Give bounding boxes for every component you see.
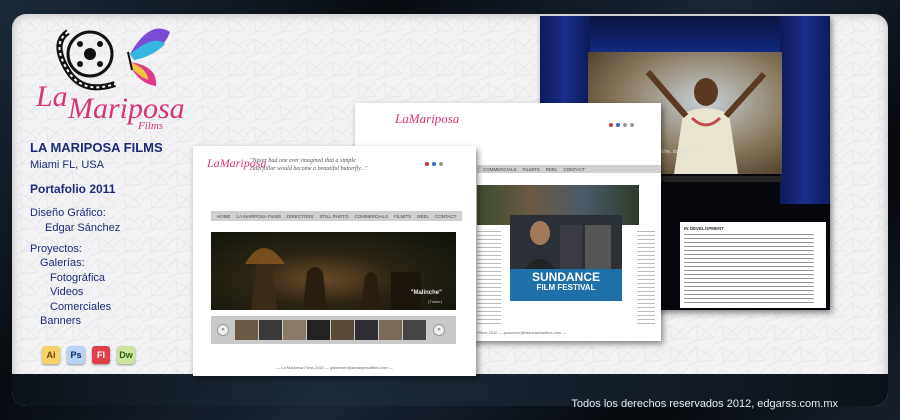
nav-item[interactable]: FILMITS bbox=[523, 167, 540, 172]
company-name: LA MARIPOSA FILMS bbox=[30, 140, 163, 155]
illustrator-icon: Ai bbox=[42, 346, 60, 364]
nav-item-directors[interactable]: DIRECTORS bbox=[287, 214, 313, 219]
hero-banner-image: "Malinche" (Trailer) bbox=[211, 232, 456, 310]
design-heading: Diseño Gráfico: bbox=[30, 207, 106, 219]
project-item-videos: Videos bbox=[50, 286, 84, 298]
photoshop-icon: Ps bbox=[67, 346, 85, 364]
thumbnail-strip: « » bbox=[211, 316, 456, 344]
nav-item[interactable]: REEL bbox=[546, 167, 558, 172]
copyright-text: Todos los derechos reservados 2012, edga… bbox=[571, 398, 838, 410]
project-item-banners: Banners bbox=[40, 315, 81, 327]
social-icons bbox=[609, 123, 634, 127]
flash-icon: Fl bbox=[92, 346, 110, 364]
prev-arrow-icon[interactable]: « bbox=[217, 324, 229, 336]
nav-item-la-mariposa-films[interactable]: LA MARIPOSA FILMS bbox=[237, 214, 282, 219]
hero-caption-subtitle: (Trailer) bbox=[428, 299, 442, 304]
nav-item-commercials[interactable]: COMMERCIALS bbox=[354, 214, 388, 219]
company-location: Miami FL, USA bbox=[30, 159, 104, 171]
la-mariposa-logo: La Mariposa Films bbox=[30, 14, 185, 142]
dancer-silhouettes bbox=[245, 248, 421, 310]
nav-item[interactable]: COMMERCIALS bbox=[483, 167, 517, 172]
hero-caption-title: "Malinche" bbox=[410, 290, 442, 296]
thumbnail[interactable] bbox=[259, 320, 282, 340]
logo-text-mariposa: Mariposa bbox=[68, 92, 185, 125]
social-icons bbox=[425, 162, 443, 166]
site-nav: HOME LA MARIPOSA FILMS DIRECTORS STILL P… bbox=[211, 211, 462, 221]
site-tagline-quote: "Never had one ever imagined that a simp… bbox=[250, 158, 368, 173]
project-item-photo: Fotográfica bbox=[50, 272, 106, 284]
mini-logo: LaMariposa bbox=[395, 111, 460, 126]
site-footer-text: — La Mariposa Films 2010 — gsanchez@lama… bbox=[276, 365, 393, 370]
stage-curtain-right bbox=[780, 16, 830, 204]
nav-item[interactable]: CONTACT bbox=[564, 167, 585, 172]
nav-item-filmits[interactable]: FILMITS bbox=[394, 214, 411, 219]
presenter-silhouette bbox=[522, 221, 611, 275]
designer-name: Edgar Sánchez bbox=[45, 222, 121, 234]
nav-item-contact[interactable]: CONTACT bbox=[435, 214, 456, 219]
site-nav: COMMERCIALS FILMITS REEL CONTACT bbox=[477, 165, 661, 173]
festival-banner: SUNDANCE FILM FESTIVAL bbox=[510, 269, 622, 301]
festival-photo: SUNDANCE FILM FESTIVAL bbox=[510, 215, 622, 301]
thumbnail[interactable] bbox=[403, 320, 426, 340]
software-icons: Ai Ps Fl Dw bbox=[42, 346, 135, 364]
thumbnail[interactable] bbox=[355, 320, 378, 340]
development-text-lines bbox=[684, 234, 814, 304]
thumbnail[interactable] bbox=[331, 320, 354, 340]
text-column bbox=[477, 231, 501, 327]
thumbnail[interactable] bbox=[307, 320, 330, 340]
thumbnail[interactable] bbox=[379, 320, 402, 340]
website-screenshot-home-page: LaMariposa "Never had one ever imagined … bbox=[193, 146, 476, 376]
nav-item-reel[interactable]: REEL bbox=[417, 214, 429, 219]
projects-heading: Proyectos: bbox=[30, 243, 82, 255]
galleries-heading: Galerías: bbox=[40, 257, 85, 269]
development-heading: IN DEVELOPMENT bbox=[684, 226, 725, 231]
thumbnail[interactable] bbox=[283, 320, 306, 340]
nav-item-home[interactable]: HOME bbox=[217, 214, 231, 219]
logo-text-la: La bbox=[36, 80, 68, 113]
next-arrow-icon[interactable]: » bbox=[433, 324, 445, 336]
logo-text-films: Films bbox=[138, 120, 164, 132]
project-item-commercials: Comerciales bbox=[50, 301, 112, 313]
text-column bbox=[637, 231, 655, 327]
dreamweaver-icon: Dw bbox=[117, 346, 135, 364]
thumbnail[interactable] bbox=[235, 320, 258, 340]
nav-item-still-photo[interactable]: STILL PHOTO bbox=[319, 214, 348, 219]
development-info-box: IN DEVELOPMENT bbox=[680, 222, 826, 308]
portfolio-title: Portafolio 2011 bbox=[30, 182, 116, 196]
